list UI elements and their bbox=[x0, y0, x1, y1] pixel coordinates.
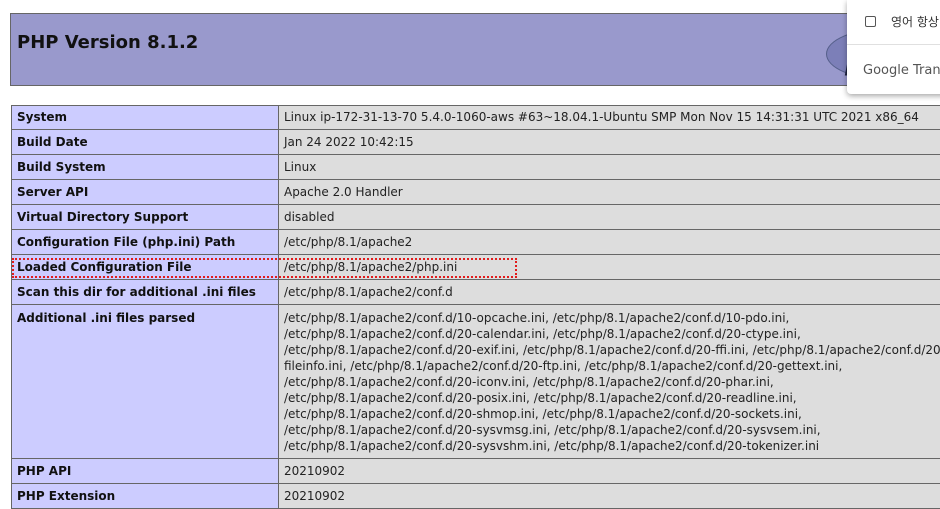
row-label: Configuration File (php.ini) Path bbox=[12, 230, 279, 255]
row-value: /etc/php/8.1/apache2/php.ini bbox=[278, 255, 940, 280]
row-value: disabled bbox=[278, 205, 940, 230]
table-row: Server API Apache 2.0 Handler bbox=[12, 180, 940, 205]
table-row: PHP API 20210902 bbox=[12, 459, 940, 484]
table-row: PHP Extension 20210902 bbox=[12, 484, 940, 509]
ini-file-line: /etc/php/8.1/apache2/conf.d/10-opcache.i… bbox=[284, 310, 940, 326]
table-row: Build Date Jan 24 2022 10:42:15 bbox=[12, 130, 940, 155]
row-label: Scan this dir for additional .ini files bbox=[12, 280, 279, 305]
translate-popup: 영어 항상 Google Translate bbox=[847, 0, 940, 94]
table-row: Loaded Configuration File /etc/php/8.1/a… bbox=[12, 255, 940, 280]
php-header-banner: PHP Version 8.1.2 php bbox=[10, 13, 940, 86]
row-value: /etc/php/8.1/apache2/conf.d bbox=[278, 280, 940, 305]
ini-file-line: /etc/php/8.1/apache2/conf.d/20-calendar.… bbox=[284, 326, 940, 342]
ini-file-line: /etc/php/8.1/apache2/conf.d/20-sysvshm.i… bbox=[284, 438, 940, 454]
always-translate-label[interactable]: 영어 항상 bbox=[891, 13, 939, 30]
ini-file-line: /etc/php/8.1/apache2/conf.d/20-sysvmsg.i… bbox=[284, 422, 940, 438]
row-label: Build Date bbox=[12, 130, 279, 155]
row-label: Build System bbox=[12, 155, 279, 180]
php-info-table: System Linux ip-172-31-13-70 5.4.0-1060-… bbox=[11, 105, 940, 509]
row-value: Jan 24 2022 10:42:15 bbox=[278, 130, 940, 155]
row-value: 20210902 bbox=[278, 459, 940, 484]
table-row: Scan this dir for additional .ini files … bbox=[12, 280, 940, 305]
ini-file-line: /etc/php/8.1/apache2/conf.d/20-shmop.ini… bbox=[284, 406, 940, 422]
row-label: Virtual Directory Support bbox=[12, 205, 279, 230]
row-value: Linux bbox=[278, 155, 940, 180]
row-label: Server API bbox=[12, 180, 279, 205]
table-row: Build System Linux bbox=[12, 155, 940, 180]
row-value: 20210902 bbox=[278, 484, 940, 509]
row-label: Loaded Configuration File bbox=[12, 255, 279, 280]
row-label: System bbox=[12, 106, 279, 130]
row-value: /etc/php/8.1/apache2 bbox=[278, 230, 940, 255]
row-value: Apache 2.0 Handler bbox=[278, 180, 940, 205]
row-label: PHP API bbox=[12, 459, 279, 484]
ini-file-line: /etc/php/8.1/apache2/conf.d/20-iconv.ini… bbox=[284, 374, 940, 390]
always-translate-checkbox[interactable] bbox=[865, 16, 876, 27]
table-row: Configuration File (php.ini) Path /etc/p… bbox=[12, 230, 940, 255]
page-title: PHP Version 8.1.2 bbox=[17, 32, 198, 53]
ini-file-line: fileinfo.ini, /etc/php/8.1/apache2/conf.… bbox=[284, 358, 940, 374]
google-translate-brand: Google Translate bbox=[863, 63, 940, 78]
ini-file-line: /etc/php/8.1/apache2/conf.d/20-posix.ini… bbox=[284, 390, 940, 406]
row-value: Linux ip-172-31-13-70 5.4.0-1060-aws #63… bbox=[278, 106, 940, 130]
row-label: PHP Extension bbox=[12, 484, 279, 509]
divider bbox=[847, 44, 940, 45]
table-row: Additional .ini files parsed /etc/php/8.… bbox=[12, 305, 940, 459]
row-label: Additional .ini files parsed bbox=[12, 305, 279, 459]
row-value-multiline: /etc/php/8.1/apache2/conf.d/10-opcache.i… bbox=[278, 305, 940, 459]
table-row: Virtual Directory Support disabled bbox=[12, 205, 940, 230]
ini-file-line: /etc/php/8.1/apache2/conf.d/20-exif.ini,… bbox=[284, 342, 940, 358]
table-row: System Linux ip-172-31-13-70 5.4.0-1060-… bbox=[12, 106, 940, 130]
